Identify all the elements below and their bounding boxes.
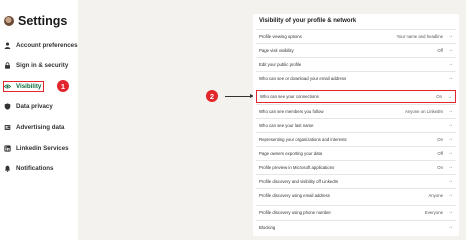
setting-row-blocking[interactable]: Blocking → [256,220,456,233]
setting-row-page-owners-export[interactable]: Page owners exporting your data Off → [256,146,456,159]
sidebar-item-label: Advertising data [16,124,65,131]
setting-row-profile-viewing[interactable]: Profile viewing options Your name and he… [256,29,456,42]
setting-label: Profile discovery using phone number [259,209,331,215]
setting-value: Off [437,150,443,156]
right-edge [466,0,474,246]
arrow-right-icon: → [448,47,453,53]
setting-value: Everyone [424,209,443,215]
sidebar-header: Settings [4,14,67,28]
settings-sidebar: Settings Account preferences Sign in & s… [0,0,78,246]
arrow-right-icon: → [448,61,453,67]
person-icon [4,42,11,49]
setting-label: Who can see your last name [259,122,314,128]
eye-icon [4,83,11,90]
arrow-right-icon: → [448,178,453,184]
setting-value: Anyone [428,192,443,198]
setting-row-discovery-email[interactable]: Profile discovery using email address An… [256,188,456,201]
arrow-right-icon: → [448,150,453,156]
setting-label: Page visit visibility [259,47,294,53]
sidebar-item-advertising-data[interactable]: Advertising data [4,124,64,131]
arrow-right-icon: → [448,33,453,39]
setting-label: Blocking [259,224,276,230]
setting-value: On [437,164,443,170]
arrow-right-icon: → [448,136,453,142]
panel-title: Visibility of your profile & network [259,18,357,24]
sidebar-item-label: Data privacy [16,103,53,110]
setting-row-page-visit[interactable]: Page visit visibility Off → [256,43,456,56]
sidebar-item-account-preferences[interactable]: Account preferences [4,42,78,49]
setting-row-microsoft-preview[interactable]: Profile preview in Microsoft application… [256,160,456,173]
arrow-right-icon: → [448,224,453,230]
sidebar-item-data-privacy[interactable]: Data privacy [4,103,53,110]
setting-row-email-visibility[interactable]: Who can see or download your email addre… [256,71,456,84]
setting-value: On [437,136,443,142]
setting-value: Your name and headline [396,33,443,39]
step-badge-2: 2 [206,90,218,102]
setting-row-last-name[interactable]: Who can see your last name → [256,118,456,131]
shield-icon [4,103,11,110]
arrow-right-icon: → [448,122,453,128]
arrow-right-icon: → [448,192,453,198]
setting-label: Who can see members you follow [259,108,324,114]
sidebar-item-sign-in-security[interactable]: Sign in & security [4,62,68,69]
setting-row-edit-public-profile[interactable]: Edit your public profile → [256,57,456,70]
sidebar-item-label: Account preferences [16,42,78,49]
setting-row-connections[interactable]: Who can see your connections On → [256,90,456,103]
setting-label: Edit your public profile [259,61,302,67]
setting-value: On [436,94,442,99]
arrow-right-icon: → [448,164,453,170]
arrow-right-icon: → [448,108,453,114]
setting-label: Profile preview in Microsoft application… [259,164,335,170]
sidebar-item-visibility[interactable]: Visibility [4,83,41,90]
step-badge-1: 1 [57,80,69,92]
sidebar-item-notifications[interactable]: Notifications [4,165,53,172]
arrow-right-icon: → [448,75,453,81]
arrow-right-icon: → [447,93,452,100]
avatar[interactable] [4,16,14,26]
setting-label: Page owners exporting your data [259,150,323,156]
arrow-right-icon: → [448,209,453,215]
setting-label: Who can see or download your email addre… [259,75,347,81]
setting-value: Anyone on LinkedIn [405,108,443,114]
newspaper-icon [4,124,11,131]
linkedin-icon [4,145,11,152]
setting-value: Off [437,47,443,53]
pointer-arrow-line [225,96,252,97]
visibility-settings-panel: Visibility of your profile & network Pro… [253,14,459,236]
sidebar-item-linkedin-services[interactable]: Linkedin Services [4,145,69,152]
setting-label: Profile discovery using email address [259,192,330,198]
sidebar-item-label: Visibility [16,83,42,90]
sidebar-item-label: Notifications [16,165,54,172]
setting-row-off-linkedin[interactable]: Profile discovery and visibility off Lin… [256,174,456,187]
page-title: Settings [18,14,68,28]
setting-label: Who can see your connections [260,94,319,99]
bell-icon [4,165,11,172]
sidebar-item-label: Sign in & security [16,62,69,69]
setting-label: Profile discovery and visibility off Lin… [259,178,339,184]
setting-row-discovery-phone[interactable]: Profile discovery using phone number Eve… [256,205,456,218]
sidebar-item-label: Linkedin Services [16,145,69,152]
setting-label: Representing your organizations and inte… [259,136,347,142]
setting-row-members-follow[interactable]: Who can see members you follow Anyone on… [256,104,456,117]
lock-icon [4,62,11,69]
setting-label: Profile viewing options [259,33,302,39]
setting-row-representing-orgs[interactable]: Representing your organizations and inte… [256,132,456,145]
